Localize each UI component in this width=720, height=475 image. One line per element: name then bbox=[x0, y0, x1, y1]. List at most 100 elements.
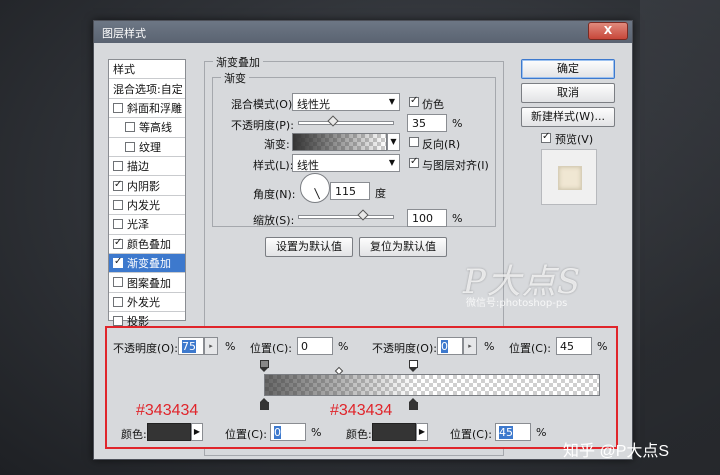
left-opacity-spinner[interactable]: ▸ bbox=[204, 337, 218, 355]
color-position-label-1: 位置(C): bbox=[225, 428, 267, 441]
angle-dial[interactable] bbox=[300, 173, 330, 203]
preview-checkbox[interactable] bbox=[541, 131, 551, 143]
scale-input[interactable]: 100 bbox=[407, 209, 447, 227]
dialog-title: 图层样式 bbox=[102, 27, 146, 40]
style-list-item[interactable]: 混合选项:自定 bbox=[109, 79, 185, 99]
chevron-down-icon: ▼ bbox=[390, 137, 397, 146]
chevron-down-icon: ▼ bbox=[388, 97, 395, 106]
style-list-label: 图案叠加 bbox=[127, 276, 171, 290]
color-annotation-2: #343434 bbox=[330, 402, 393, 419]
style-list-label: 内阴影 bbox=[127, 179, 160, 193]
opacity-input[interactable]: 35 bbox=[407, 114, 447, 132]
style-checkbox[interactable] bbox=[113, 296, 123, 307]
style-checkbox[interactable] bbox=[113, 102, 123, 113]
dither-label: 仿色 bbox=[422, 98, 444, 111]
blend-mode-label: 混合模式(O): bbox=[231, 98, 296, 111]
right-position-input[interactable]: 45 bbox=[556, 337, 592, 355]
scale-slider[interactable] bbox=[298, 209, 394, 221]
align-checkbox[interactable] bbox=[409, 156, 419, 168]
style-checkbox[interactable] bbox=[113, 237, 123, 249]
blend-mode-select[interactable]: 线性光 ▼ bbox=[292, 93, 400, 111]
style-list-item[interactable]: 外发光 bbox=[109, 293, 185, 313]
style-list-label: 混合选项:自定 bbox=[113, 82, 183, 96]
style-list-item[interactable]: 颜色叠加 bbox=[109, 235, 185, 254]
color-stop-right[interactable] bbox=[409, 398, 418, 410]
angle-unit: 度 bbox=[375, 187, 386, 200]
style-list-label: 颜色叠加 bbox=[127, 237, 171, 251]
style-list-item[interactable]: 等高线 bbox=[109, 118, 185, 138]
background-stripe bbox=[640, 0, 720, 475]
color-position-label-2: 位置(C): bbox=[450, 428, 492, 441]
zhihu-watermark: 知乎 @P大点S bbox=[563, 443, 670, 460]
left-opacity-input[interactable]: 75 bbox=[178, 337, 204, 355]
close-button[interactable]: X bbox=[588, 22, 628, 40]
left-opacity-unit: % bbox=[225, 340, 236, 353]
reverse-checkbox[interactable] bbox=[409, 137, 419, 147]
angle-dial-needle bbox=[314, 188, 321, 200]
right-opacity-input[interactable]: 0 bbox=[437, 337, 463, 355]
right-position-label: 位置(C): bbox=[509, 342, 551, 355]
style-checkbox[interactable] bbox=[113, 161, 123, 172]
style-checkbox[interactable] bbox=[113, 277, 123, 288]
gradient-label: 渐变: bbox=[264, 138, 290, 151]
style-list-item[interactable]: 渐变叠加 bbox=[109, 253, 185, 274]
style-checkbox[interactable] bbox=[113, 199, 123, 210]
style-label: 样式(L): bbox=[253, 159, 294, 172]
style-value: 线性 bbox=[297, 159, 319, 172]
style-list-item[interactable]: 描边 bbox=[109, 157, 185, 177]
opacity-stop-left[interactable] bbox=[260, 360, 269, 372]
gradient-dropdown-button[interactable]: ▼ bbox=[387, 133, 400, 151]
left-position-input[interactable]: 0 bbox=[297, 337, 333, 355]
style-list-label: 斜面和浮雕 bbox=[127, 101, 182, 115]
opacity-stop-right[interactable] bbox=[409, 360, 418, 372]
right-position-unit: % bbox=[597, 340, 608, 353]
right-opacity-label: 不透明度(O): bbox=[372, 342, 437, 355]
style-list-item[interactable]: 样式 bbox=[109, 60, 185, 80]
style-list-item[interactable]: 光泽 bbox=[109, 215, 185, 235]
gradient-bar[interactable] bbox=[264, 374, 600, 396]
style-checkbox[interactable] bbox=[125, 122, 135, 133]
color-position-input-2[interactable]: 45 bbox=[495, 423, 531, 441]
reset-default-button[interactable]: 复位为默认值 bbox=[359, 237, 447, 257]
cancel-button[interactable]: 取消 bbox=[521, 83, 615, 103]
style-list-item[interactable]: 斜面和浮雕 bbox=[109, 99, 185, 119]
color-swatch-1[interactable] bbox=[147, 423, 191, 441]
style-preview bbox=[541, 149, 597, 205]
new-style-button[interactable]: 新建样式(W)... bbox=[521, 107, 615, 127]
style-list-label: 内发光 bbox=[127, 198, 160, 212]
scale-unit: % bbox=[452, 212, 463, 225]
set-default-button[interactable]: 设置为默认值 bbox=[265, 237, 353, 257]
style-checkbox[interactable] bbox=[113, 256, 123, 269]
style-list-item[interactable]: 纹理 bbox=[109, 138, 185, 157]
opacity-label: 不透明度(P): bbox=[231, 119, 294, 132]
style-checkbox[interactable] bbox=[113, 179, 123, 191]
right-opacity-unit: % bbox=[484, 340, 495, 353]
scale-label: 缩放(S): bbox=[253, 214, 295, 227]
style-list-item[interactable]: 内发光 bbox=[109, 196, 185, 216]
color-annotation-1: #343434 bbox=[136, 402, 199, 419]
ok-button[interactable]: 确定 bbox=[521, 59, 615, 79]
style-checkbox[interactable] bbox=[113, 219, 123, 230]
right-opacity-spinner[interactable]: ▸ bbox=[463, 337, 477, 355]
color-position-input-1[interactable]: 0 bbox=[270, 423, 306, 441]
color-menu-button-2[interactable]: ▶ bbox=[416, 423, 428, 441]
styles-list: 样式混合选项:自定斜面和浮雕等高线纹理描边内阴影内发光光泽颜色叠加渐变叠加图案叠… bbox=[108, 59, 186, 332]
color-stop-left[interactable] bbox=[260, 398, 269, 410]
dither-checkbox[interactable] bbox=[409, 95, 419, 107]
color-swatch-2[interactable] bbox=[372, 423, 416, 441]
reverse-label: 反向(R) bbox=[422, 138, 461, 151]
opacity-unit: % bbox=[452, 117, 463, 130]
style-checkbox[interactable] bbox=[125, 141, 135, 152]
style-list-item[interactable]: 内阴影 bbox=[109, 176, 185, 196]
gradient-picker[interactable] bbox=[292, 133, 387, 151]
color-position-unit-1: % bbox=[311, 426, 322, 439]
chevron-down-icon: ▼ bbox=[388, 158, 395, 167]
style-select[interactable]: 线性 ▼ bbox=[292, 154, 400, 172]
style-list-item[interactable]: 图案叠加 bbox=[109, 273, 185, 293]
opacity-slider[interactable] bbox=[298, 115, 394, 127]
color-menu-button-1[interactable]: ▶ bbox=[191, 423, 203, 441]
angle-input[interactable]: 115 bbox=[330, 182, 370, 200]
color-label-2: 颜色: bbox=[346, 428, 372, 441]
gradient-editor-panel: 不透明度(O): 75 ▸ % 位置(C): 0 % 不透明度(O): 0 ▸ … bbox=[105, 326, 618, 449]
style-checkbox[interactable] bbox=[113, 316, 123, 327]
